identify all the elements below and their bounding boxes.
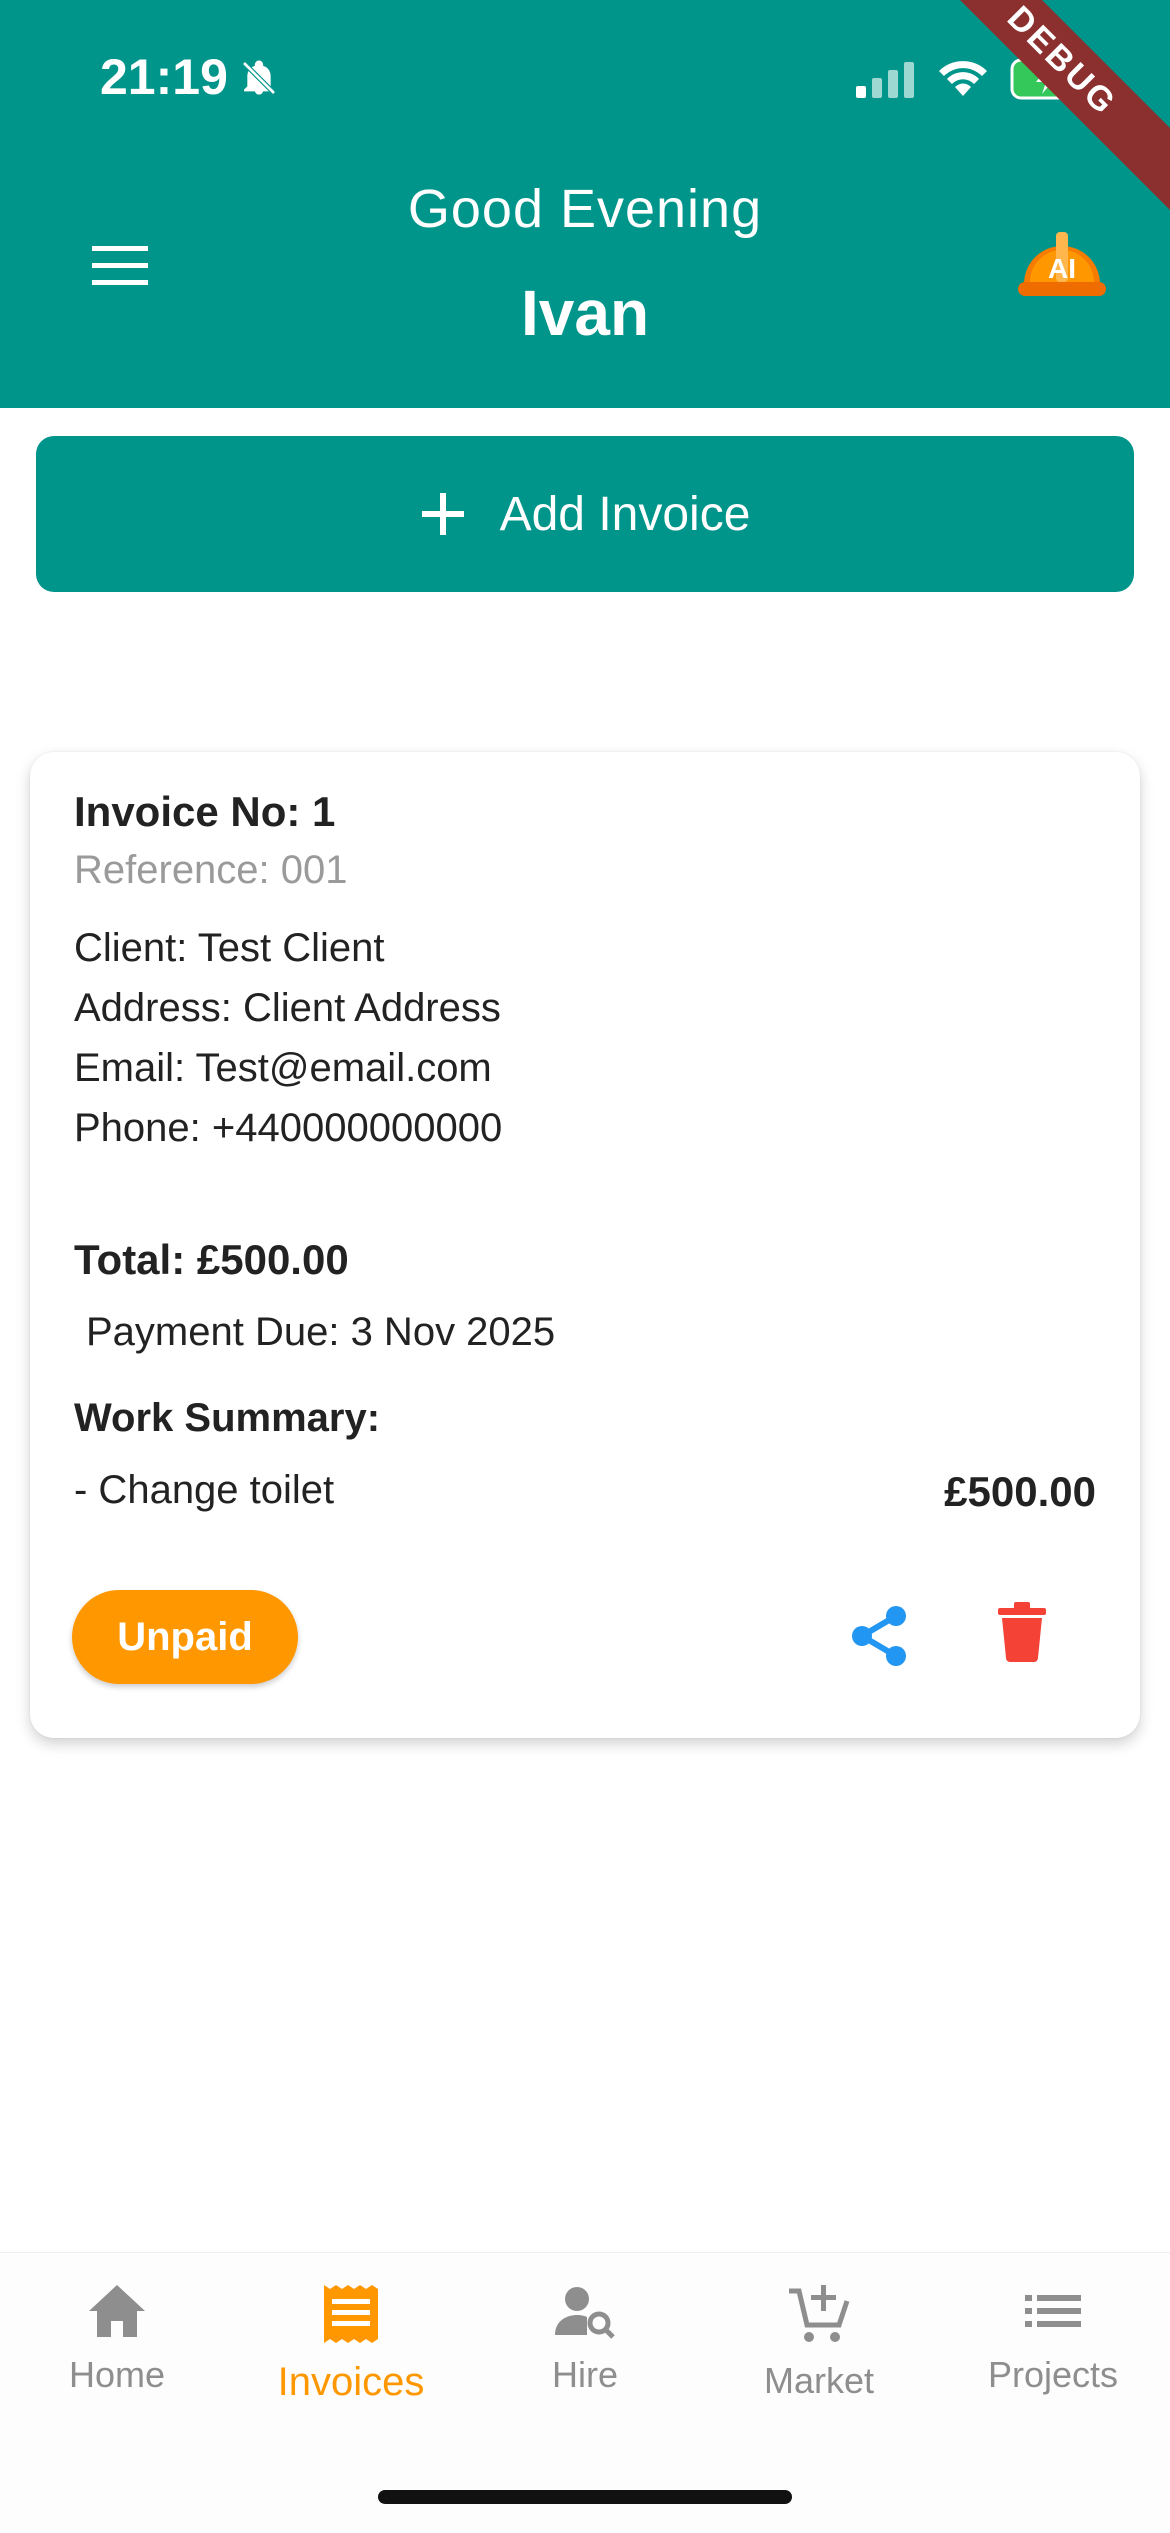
nav-label-market: Market <box>763 2360 875 2401</box>
ai-hardhat-icon[interactable]: AI <box>1016 222 1108 306</box>
nav-label-projects: Projects <box>987 2354 1119 2395</box>
invoice-total: Total: £500.00 <box>74 1236 349 1283</box>
status-badge-unpaid[interactable]: Unpaid <box>72 1590 298 1684</box>
person-search-icon <box>555 2287 615 2339</box>
nav-label-home: Home <box>68 2354 166 2395</box>
nav-item-invoices[interactable]: Invoices <box>234 2283 468 2405</box>
add-invoice-label: Add Invoice <box>499 487 751 541</box>
greeting-text: Good Evening <box>407 179 763 239</box>
nav-item-market[interactable]: Market <box>702 2283 936 2402</box>
work-summary-title: Work Summary: <box>74 1396 381 1440</box>
invoice-payment-due: Payment Due: 3 Nov 2025 <box>86 1310 556 1354</box>
status-time: 21:19 <box>100 49 228 105</box>
share-icon[interactable] <box>848 1604 910 1668</box>
user-name: Ivan <box>520 277 650 349</box>
invoice-address: Address: Client Address <box>74 986 501 1030</box>
ai-badge-text: AI <box>1048 253 1076 284</box>
invoice-client: Client: Test Client <box>74 926 385 970</box>
signal-icon <box>856 62 914 98</box>
wifi-icon <box>939 61 987 96</box>
invoice-number: Invoice No: 1 <box>74 788 336 835</box>
nav-item-projects[interactable]: Projects <box>936 2283 1170 2396</box>
invoice-reference: Reference: 001 <box>74 848 348 892</box>
nav-label-invoices: Invoices <box>277 2360 425 2404</box>
bell-muted-icon <box>242 60 276 95</box>
list-icon <box>1025 2295 1081 2327</box>
nav-item-home[interactable]: Home <box>0 2283 234 2396</box>
work-item-amount: £500.00 <box>944 1468 1096 1515</box>
nav-item-hire[interactable]: Hire <box>468 2283 702 2396</box>
invoice-phone: Phone: +440000000000 <box>74 1106 503 1150</box>
invoice-email: Email: Test@email.com <box>74 1046 492 1090</box>
receipt-icon <box>324 2285 378 2343</box>
invoice-card[interactable]: Invoice No: 1 Reference: 001 Client: Tes… <box>30 752 1140 1738</box>
home-indicator[interactable] <box>378 2490 792 2504</box>
cart-add-icon <box>789 2285 850 2342</box>
plus-icon <box>421 493 464 535</box>
trash-icon[interactable] <box>998 1602 1046 1662</box>
home-icon <box>89 2285 145 2337</box>
nav-label-hire: Hire <box>551 2354 618 2395</box>
work-item-description: - Change toilet <box>74 1468 335 1512</box>
app-header: 21:19 DEBUG Good Evening Ivan AI <box>0 0 1170 408</box>
add-invoice-button[interactable]: Add Invoice <box>36 436 1134 592</box>
